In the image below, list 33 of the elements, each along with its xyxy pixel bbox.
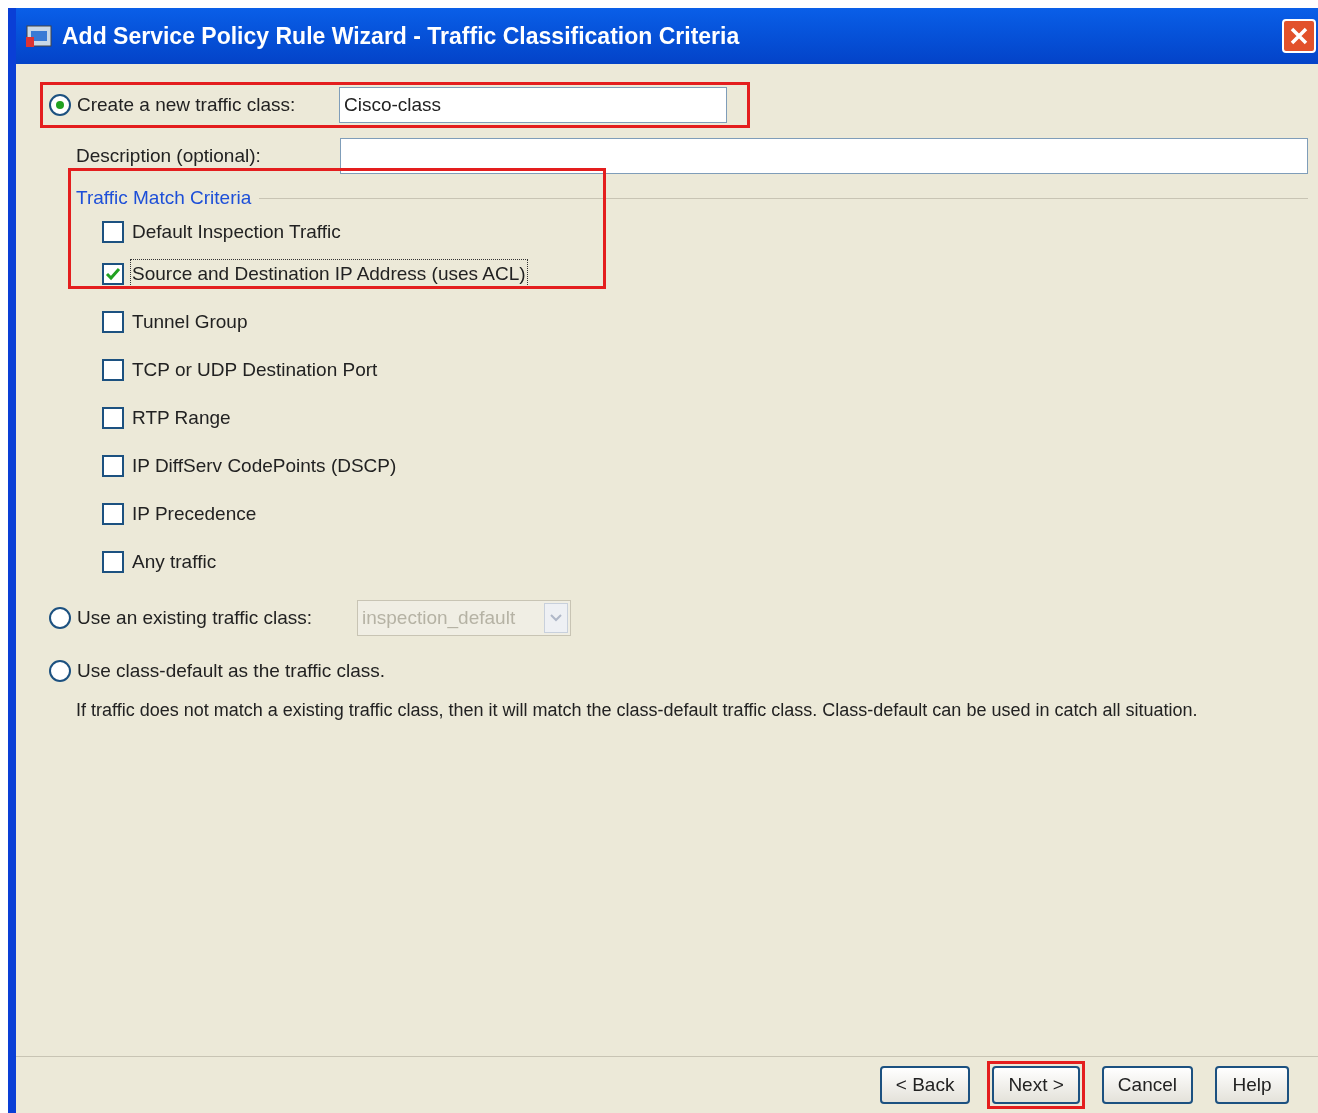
checkbox[interactable] <box>102 551 124 573</box>
dropdown-caret-icon <box>544 603 568 633</box>
group-title: Traffic Match Criteria <box>76 185 252 210</box>
close-icon[interactable] <box>1282 19 1316 53</box>
dialog-button[interactable]: Help <box>1215 1066 1289 1104</box>
checkbox[interactable] <box>102 359 124 381</box>
checkbox[interactable] <box>102 311 124 333</box>
checkbox-label: Tunnel Group <box>131 309 249 334</box>
radio-label: Create a new traffic class: <box>77 92 297 117</box>
checkbox-label: IP DiffServ CodePoints (DSCP) <box>131 453 398 478</box>
dialog-button[interactable]: Next > <box>992 1066 1080 1104</box>
dialog-button[interactable]: < Back <box>879 1066 971 1104</box>
checkbox-label: TCP or UDP Destination Port <box>131 357 379 382</box>
checkbox-label: Default Inspection Traffic <box>131 219 342 244</box>
checkbox[interactable] <box>102 503 124 525</box>
radio-button[interactable] <box>49 94 71 116</box>
info-text: If traffic does not match a existing traffic class, then it will match the class-default traffic class. Class-default can be used in catch all situation. <box>75 699 1199 722</box>
checkbox-label: RTP Range <box>131 405 232 430</box>
checkbox[interactable] <box>102 263 124 285</box>
description-field[interactable] <box>339 138 1308 174</box>
checkbox-label: IP Precedence <box>131 501 258 526</box>
checkbox[interactable] <box>102 221 124 243</box>
radio-label: Use class-default as the traffic class. <box>77 658 385 683</box>
checkbox-label: Any traffic <box>131 549 218 574</box>
checkbox[interactable] <box>102 455 124 477</box>
dialog-button[interactable]: Cancel <box>1101 1066 1193 1104</box>
window-title: Add Service Policy Rule Wizard - Traffic Classification Criteria <box>62 21 741 51</box>
class-name-field[interactable]: Cisco-class <box>339 87 727 123</box>
radio-label: Use an existing traffic class: <box>77 605 314 630</box>
checkbox[interactable] <box>102 407 124 429</box>
field-label: Description (optional): <box>75 143 262 168</box>
radio-button[interactable] <box>49 660 71 682</box>
app-icon <box>26 23 54 49</box>
